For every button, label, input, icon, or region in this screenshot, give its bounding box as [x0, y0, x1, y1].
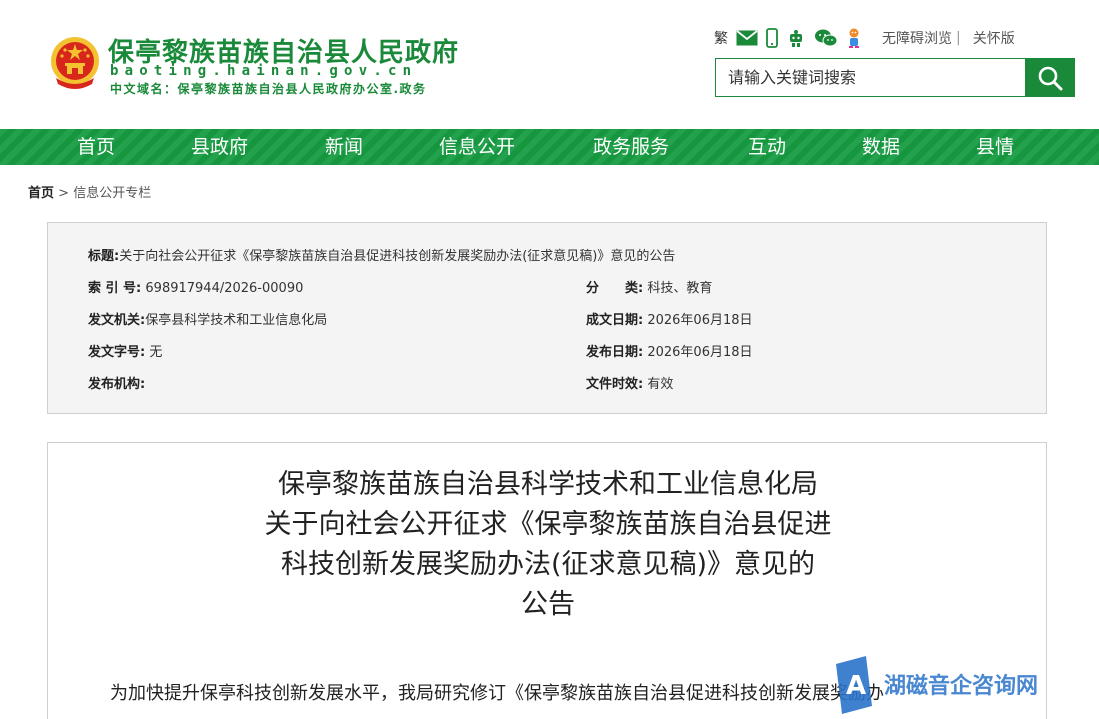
document-metadata-box: 标题:关于向社会公开征求《保亭黎族苗族自治县促进科技创新发展奖励办法(征求意见稿… [47, 222, 1047, 414]
robot-icon[interactable] [786, 28, 806, 48]
article-title-line: 保亭黎族苗族自治县科学技术和工业信息化局 [278, 469, 818, 500]
meta-publisher: 发布机构: [88, 373, 145, 392]
article-title-line: 公告 [521, 589, 575, 620]
article-title-line: 科技创新发展奖励办法(征求意见稿)》意见的 [280, 549, 816, 580]
care-mode-link[interactable]: 关怀版 [973, 28, 1015, 48]
meta-index-label: 索 引 号: [88, 281, 142, 296]
nav-item-information-disclosure[interactable]: 信息公开 [439, 129, 515, 165]
site-domain: baoting.hainan.gov.cn [110, 63, 418, 79]
breadcrumb-current[interactable]: 信息公开专栏 [73, 186, 151, 201]
nav-item-government-services[interactable]: 政务服务 [593, 129, 669, 165]
search-icon [1038, 66, 1062, 90]
meta-validity-value: 有效 [647, 377, 674, 392]
breadcrumb-home-link[interactable]: 首页 [28, 186, 54, 201]
nav-item-home[interactable]: 首页 [77, 129, 115, 165]
meta-written-date-label: 成文日期: [586, 313, 644, 328]
breadcrumb: 首页 > 信息公开专栏 [28, 182, 151, 201]
header-tools: 繁 无障碍浏览 | 关怀版 [714, 26, 1015, 50]
accessibility-link[interactable]: 无障碍浏览 [882, 28, 952, 48]
tool-separator: | [956, 30, 961, 46]
main-nav: 首页 县政府 新闻 信息公开 政务服务 互动 数据 县情 [0, 129, 1099, 165]
meta-index-value: 698917944/2026-00090 [145, 281, 304, 296]
nav-item-interaction[interactable]: 互动 [748, 129, 786, 165]
search-input[interactable] [716, 59, 1025, 96]
nav-item-news[interactable]: 新闻 [325, 129, 363, 165]
nav-item-county-profile[interactable]: 县情 [976, 129, 1014, 165]
site-chinese-domain: 中文域名：保亭黎族苗族自治县人民政府办公室.政务 [110, 82, 427, 96]
nav-item-county-government[interactable]: 县政府 [191, 129, 248, 165]
meta-written-date-value: 2026年06月18日 [647, 313, 753, 328]
meta-doc-no-label: 发文字号: [88, 345, 146, 360]
meta-publish-date-label: 发布日期: [586, 345, 644, 360]
meta-issuer-label: 发文机关: [88, 313, 146, 328]
search-bar [715, 58, 1075, 97]
meta-publish-date-value: 2026年06月18日 [647, 345, 753, 360]
meta-validity: 文件时效: 有效 [586, 373, 673, 392]
meta-category: 分 类: 科技、教育 [586, 277, 712, 296]
national-emblem-icon [51, 37, 99, 89]
watermark-logo: A 湖磁音企咨询网 [832, 656, 1072, 716]
meta-title-label: 标题: [88, 249, 120, 264]
breadcrumb-separator: > [58, 186, 70, 201]
meta-issuer: 发文机关:保亭县科学技术和工业信息化局 [88, 309, 327, 328]
site-header: 保亭黎族苗族自治县人民政府 baoting.hainan.gov.cn 中文域名… [0, 0, 1099, 129]
nav-item-data[interactable]: 数据 [862, 129, 900, 165]
watermark-text: 湖磁音企咨询网 [884, 673, 1039, 699]
meta-title-value: 关于向社会公开征求《保亭黎族苗族自治县促进科技创新发展奖励办法(征求意见稿)》意… [119, 249, 676, 264]
meta-category-label: 分 类: [586, 281, 644, 296]
mail-icon[interactable] [736, 30, 758, 46]
meta-doc-no-value: 无 [149, 345, 163, 360]
watermark-a-icon: A [836, 656, 872, 714]
meta-written-date: 成文日期: 2026年06月18日 [586, 309, 753, 328]
meta-index-number: 索 引 号: 698917944/2026-00090 [88, 277, 303, 296]
wechat-icon[interactable] [814, 28, 838, 48]
meta-title: 标题:关于向社会公开征求《保亭黎族苗族自治县促进科技创新发展奖励办法(征求意见稿… [88, 245, 675, 264]
mascot-icon[interactable] [846, 27, 862, 49]
search-button[interactable] [1025, 59, 1074, 96]
meta-publish-date: 发布日期: 2026年06月18日 [586, 341, 753, 360]
traditional-chinese-toggle[interactable]: 繁 [714, 28, 728, 48]
meta-document-number: 发文字号: 无 [88, 341, 162, 360]
article-title: 保亭黎族苗族自治县科学技术和工业信息化局 关于向社会公开征求《保亭黎族苗族自治县… [48, 465, 1048, 625]
meta-validity-label: 文件时效: [586, 377, 644, 392]
meta-category-value: 科技、教育 [647, 281, 713, 296]
article-title-line: 关于向社会公开征求《保亭黎族苗族自治县促进 [264, 509, 832, 540]
svg-text:A: A [846, 671, 866, 701]
meta-publisher-label: 发布机构: [88, 377, 146, 392]
article-body-paragraph: 为加快提升保亭科技创新发展水平，我局研究修订《保亭黎族苗族自治县促进科技创新发展… [110, 683, 884, 704]
meta-issuer-value: 保亭县科学技术和工业信息化局 [145, 313, 328, 328]
mobile-icon[interactable] [766, 28, 778, 48]
